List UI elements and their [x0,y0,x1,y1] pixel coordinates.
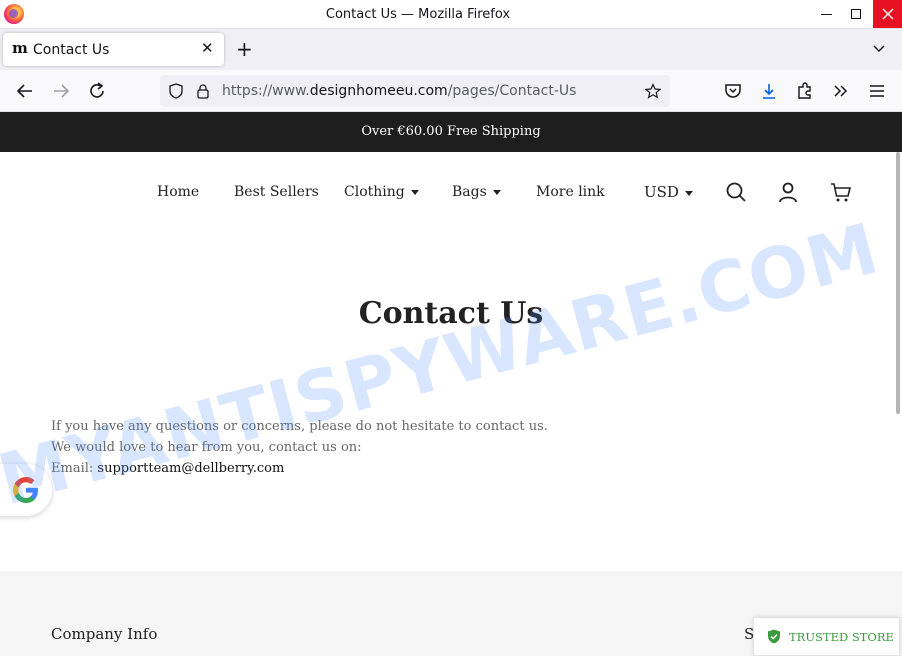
url-bar[interactable]: https://www.designhomeeu.com/pages/Conta… [160,75,670,107]
trusted-store-label: TRUSTED STORE [789,630,894,644]
tab-close-icon[interactable]: ✕ [201,39,214,57]
overflow-chevrons-icon[interactable] [831,81,851,101]
contact-text: If you have any questions or concerns, p… [51,416,548,479]
chevron-down-icon[interactable] [872,41,886,55]
nav-home[interactable]: Home [157,184,199,200]
account-user-icon[interactable] [777,181,799,203]
close-window-button[interactable] [873,0,902,28]
page-scrollbar[interactable] [896,152,900,414]
nav-clothing[interactable]: Clothing [344,184,419,200]
tab-label: Contact Us [33,42,110,58]
url-text[interactable]: https://www.designhomeeu.com/pages/Conta… [222,83,576,99]
contact-email-link[interactable]: supportteam@dellberry.com [97,461,284,476]
maximize-icon [851,9,861,19]
caret-down-icon [684,190,693,196]
minimize-icon [820,13,832,15]
currency-selector[interactable]: USD [644,183,693,201]
contact-email-line: Email: supportteam@dellberry.com [51,461,285,476]
download-icon[interactable] [759,81,779,101]
window-title: Contact Us — Mozilla Firefox [325,7,511,22]
search-icon[interactable] [725,181,747,203]
bookmark-star-icon[interactable] [645,83,661,99]
lock-icon[interactable] [195,83,211,99]
web-page: Over €60.00 Free Shipping Home Best Sell… [0,112,902,656]
nav-bags[interactable]: Bags [452,184,501,200]
minimize-button[interactable] [811,0,841,28]
contact-text-line-2: We would love to hear from you, contact … [51,440,362,455]
maximize-button[interactable] [841,0,871,28]
tab-strip: m Contact Us ✕ + [0,29,902,70]
pocket-icon[interactable] [723,81,743,101]
announcement-bar: Over €60.00 Free Shipping [0,112,902,152]
back-arrow-icon[interactable] [15,81,35,101]
page-title: Contact Us [358,296,544,331]
footer-company-info-heading: Company Info [51,625,158,643]
site-favicon-icon: m [12,39,28,57]
new-tab-icon[interactable]: + [236,37,253,61]
shield-icon[interactable] [168,83,184,99]
google-g-icon [13,477,38,503]
google-signin-button[interactable] [0,464,52,516]
trusted-store-badge[interactable]: TRUSTED STORE [753,617,900,656]
caret-down-icon [492,189,501,195]
tab-contact-us[interactable]: m Contact Us ✕ [3,33,224,66]
forward-arrow-icon[interactable] [51,81,71,101]
cart-icon[interactable] [830,181,852,203]
window-titlebar: Contact Us — Mozilla Firefox [0,0,902,29]
navigation-toolbar: https://www.designhomeeu.com/pages/Conta… [0,70,902,112]
extensions-puzzle-icon[interactable] [795,81,815,101]
contact-text-line-1: If you have any questions or concerns, p… [51,419,548,434]
hamburger-menu-icon[interactable] [867,81,887,101]
nav-best-sellers[interactable]: Best Sellers [234,184,319,200]
reload-icon[interactable] [87,81,107,101]
nav-more-link[interactable]: More link [536,184,605,200]
close-icon [882,8,893,20]
shield-check-icon [768,629,780,644]
caret-down-icon [410,189,419,195]
